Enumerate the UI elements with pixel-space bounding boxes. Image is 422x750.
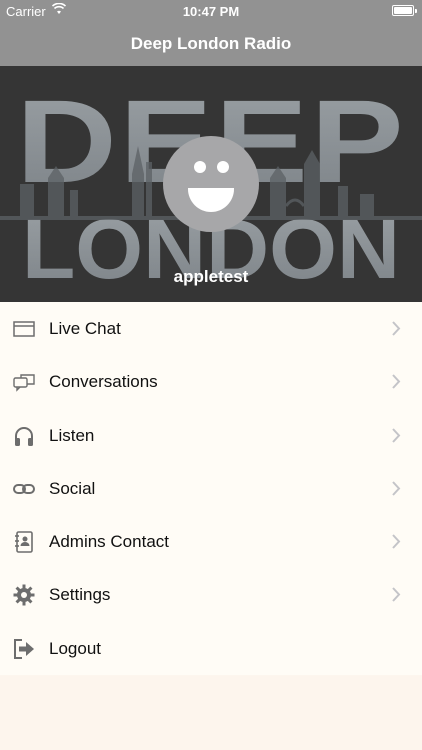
menu-item-label: Listen (49, 425, 95, 445)
navigation-bar: Deep London Radio (0, 22, 422, 66)
headphones-icon (15, 426, 33, 446)
page-title: Deep London Radio (130, 34, 292, 53)
menu-item-settings[interactable]: Settings (0, 568, 422, 622)
chat-window-icon (13, 321, 35, 337)
menu-item-label: Live Chat (49, 319, 121, 338)
menu-item-label: Admins Contact (49, 532, 169, 552)
side-menu: Live Chat Conversations Listen Social Ad… (0, 302, 422, 676)
chevron-right-icon (392, 374, 401, 389)
link-icon (13, 483, 35, 494)
chevron-right-icon (392, 427, 401, 443)
menu-item-label: Settings (49, 585, 111, 605)
menu-item-admins-contact[interactable]: Admins Contact (0, 515, 422, 569)
chevron-right-icon (392, 481, 401, 496)
menu-footer-space (0, 676, 422, 750)
chevron-right-icon (392, 587, 401, 603)
profile-header: DEEP LONDON appletest (0, 66, 422, 302)
menu-item-live-chat[interactable]: Live Chat (0, 302, 422, 356)
menu-item-logout[interactable]: Logout (0, 621, 422, 676)
menu-item-conversations[interactable]: Conversations (0, 355, 422, 409)
menu-item-label: Social (49, 478, 96, 498)
avatar[interactable] (163, 136, 259, 232)
contact-book-icon (15, 531, 33, 553)
logout-icon (14, 638, 34, 659)
clock: 10:47 PM (182, 4, 240, 19)
gear-icon (13, 584, 35, 606)
menu-item-label: Conversations (49, 372, 158, 392)
menu-item-label: Logout (49, 638, 101, 658)
status-bar: Carrier 10:47 PM (0, 0, 422, 22)
chevron-right-icon (392, 321, 401, 336)
menu-item-listen[interactable]: Listen (0, 408, 422, 462)
chevron-right-icon (392, 534, 401, 549)
menu-item-social[interactable]: Social (0, 461, 422, 516)
username: appletest (173, 267, 249, 286)
battery-icon (392, 5, 417, 16)
speech-bubbles-icon (13, 374, 35, 392)
